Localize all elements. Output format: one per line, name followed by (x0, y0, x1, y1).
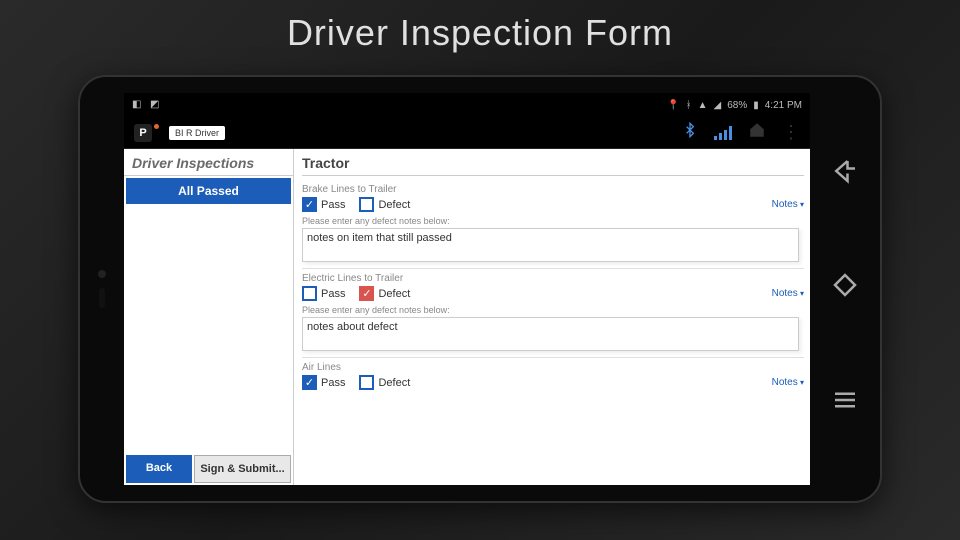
slide-title: Driver Inspection Form (0, 0, 960, 62)
nav-home-icon[interactable] (830, 270, 860, 307)
device-nav-bar (810, 77, 880, 501)
notes-toggle[interactable]: Notes (772, 377, 804, 388)
bezel-left (80, 77, 124, 501)
notes-prompt: Please enter any defect notes below: (302, 305, 804, 315)
home-icon[interactable] (748, 121, 766, 144)
checkbox-icon (302, 286, 317, 301)
notif-icon: ◧ (132, 99, 144, 111)
checkbox-icon: ✓ (302, 375, 317, 390)
item-label: Electric Lines to Trailer (302, 273, 804, 284)
pass-check[interactable]: ✓ Pass (302, 375, 345, 390)
app-logo[interactable]: P (134, 124, 152, 142)
defect-check[interactable]: Defect (359, 197, 410, 212)
pass-label: Pass (321, 288, 345, 300)
speaker-slot (99, 288, 105, 308)
clock: 4:21 PM (765, 100, 802, 111)
defect-label: Defect (378, 377, 410, 389)
inspection-item: Electric Lines to Trailer Pass ✓ Defect (302, 269, 804, 358)
checkbox-icon: ✓ (359, 286, 374, 301)
checkbox-icon: ✓ (302, 197, 317, 212)
bluetooth-icon[interactable] (682, 122, 698, 143)
back-button[interactable]: Back (126, 455, 192, 483)
android-status-bar: ◧ ◩ 📍 ᚼ ▲ ◢ 68% ▮ 4:21 PM (124, 93, 810, 117)
app-bar: P BI R Driver ⋮ (124, 117, 810, 149)
location-icon: 📍 (667, 100, 679, 111)
notes-toggle[interactable]: Notes (772, 288, 804, 299)
checkbox-icon (359, 375, 374, 390)
battery-icon: ▮ (753, 100, 759, 111)
sign-submit-button[interactable]: Sign & Submit... (194, 455, 291, 483)
inspection-item: Brake Lines to Trailer ✓ Pass Defect (302, 180, 804, 269)
overflow-menu-icon[interactable]: ⋮ (782, 122, 800, 143)
pass-label: Pass (321, 377, 345, 389)
section-title: Tractor (302, 153, 804, 176)
battery-pct: 68% (727, 100, 747, 111)
notes-input[interactable]: notes about defect (302, 317, 799, 351)
defect-label: Defect (378, 199, 410, 211)
notes-input[interactable]: notes on item that still passed (302, 228, 799, 262)
driver-chip[interactable]: BI R Driver (169, 126, 225, 140)
sidebar: Driver Inspections All Passed Back Sign … (124, 149, 294, 485)
main-panel[interactable]: Tractor Brake Lines to Trailer ✓ Pass (294, 149, 810, 485)
defect-label: Defect (378, 288, 410, 300)
pass-label: Pass (321, 199, 345, 211)
nav-recents-icon[interactable] (830, 385, 860, 422)
sidebar-title: Driver Inspections (124, 149, 293, 176)
device-frame: ◧ ◩ 📍 ᚼ ▲ ◢ 68% ▮ 4:21 PM P BI R Driver (78, 75, 882, 503)
checkbox-icon (359, 197, 374, 212)
cell-icon: ◢ (714, 100, 722, 111)
wifi-icon: ▲ (698, 100, 708, 111)
notif-icon-2: ◩ (150, 99, 162, 111)
notes-prompt: Please enter any defect notes below: (302, 216, 804, 226)
screen: ◧ ◩ 📍 ᚼ ▲ ◢ 68% ▮ 4:21 PM P BI R Driver (124, 93, 810, 485)
nav-back-icon[interactable] (830, 156, 860, 193)
all-passed-button[interactable]: All Passed (126, 178, 291, 204)
defect-check[interactable]: Defect (359, 375, 410, 390)
camera-dot (98, 270, 106, 278)
notes-toggle[interactable]: Notes (772, 199, 804, 210)
defect-check[interactable]: ✓ Defect (359, 286, 410, 301)
pass-check[interactable]: ✓ Pass (302, 197, 345, 212)
signal-icon[interactable] (714, 126, 732, 140)
item-label: Brake Lines to Trailer (302, 184, 804, 195)
app-logo-accent (154, 124, 159, 129)
pass-check[interactable]: Pass (302, 286, 345, 301)
content-area: Driver Inspections All Passed Back Sign … (124, 149, 810, 485)
bt-status-icon: ᚼ (686, 100, 692, 111)
inspection-item: Air Lines ✓ Pass Defect No (302, 358, 804, 396)
item-label: Air Lines (302, 362, 804, 373)
